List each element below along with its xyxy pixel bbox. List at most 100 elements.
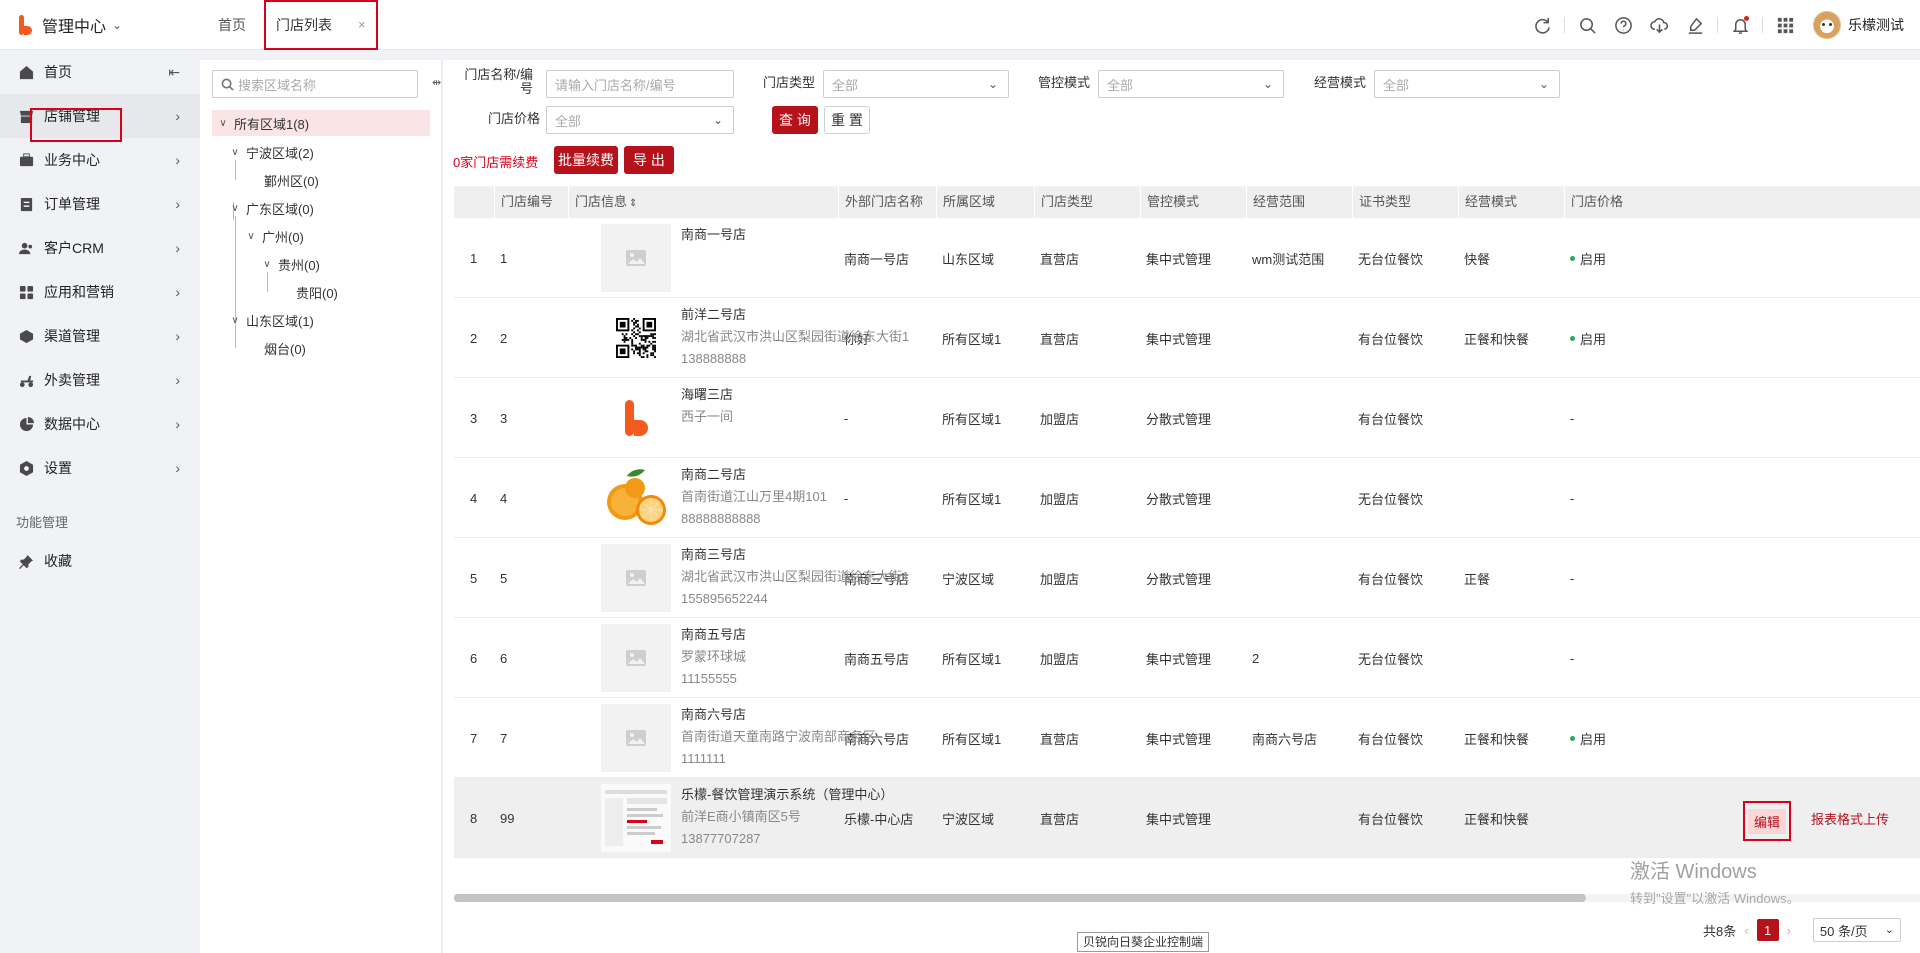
avatar[interactable] <box>1813 11 1841 39</box>
export-button[interactable]: 导 出 <box>624 146 674 174</box>
app-switcher[interactable]: 管理中心 ⌄ <box>0 0 200 50</box>
query-button[interactable]: 查 询 <box>772 106 818 134</box>
sidebar-item-store-management[interactable]: 店铺管理 › <box>0 94 200 138</box>
page-button-current[interactable]: 1 <box>1756 919 1779 941</box>
batch-renew-button[interactable]: 批量续费 <box>554 146 618 174</box>
qr-code-image[interactable] <box>601 304 671 372</box>
reset-button[interactable]: 重 置 <box>824 106 870 134</box>
table-row[interactable]: 8 99 乐檬-中心店 宁波区域 直营店 集中式管理 有台位餐饮 正餐和快餐 乐檬-餐饮管理演示… <box>454 778 1920 858</box>
bell-icon[interactable] <box>1730 15 1750 35</box>
table-row[interactable]: 2 2 你好 所有区域1 直营店 集中式管理 有台位餐饮 正餐和快餐 前洋二号店 湖北省武汉市洪山… <box>454 298 1920 378</box>
cloud-download-icon[interactable] <box>1649 15 1669 35</box>
cell-mode <box>1458 618 1564 698</box>
tree-node-all-regions[interactable]: ∨ 所有区域1(8) <box>212 110 430 136</box>
store-info: 前洋二号店 湖北省武汉市洪山区梨园街道徐东大街1 138888888 <box>681 304 931 370</box>
tab-home[interactable]: 首页 <box>200 0 264 50</box>
panel-resize-handle[interactable]: ⇹ <box>432 76 441 89</box>
table-row[interactable]: 1 1 南商一号店 山东区域 直营店 集中式管理 wm测试范围 无台位餐饮 快餐 南商一号店 启用 <box>454 218 1920 298</box>
column-header-info[interactable]: 门店信息 ⇕ <box>568 186 840 218</box>
tab-store-list[interactable]: 门店列表 × <box>264 0 378 50</box>
store-price-select[interactable]: 全部 ⌄ <box>546 106 734 134</box>
store-phone <box>681 428 931 450</box>
sidebar-item-orders[interactable]: 订单管理 › <box>0 182 200 226</box>
store-info: 南商六号店 首南街道天童南路宁波南部商务区 1111111 <box>681 704 931 770</box>
chevron-down-icon[interactable]: ∨ <box>216 118 230 129</box>
cell-index: 7 <box>470 730 478 746</box>
column-header-control: 管控模式 <box>1140 186 1246 218</box>
cell-cert: 无台位餐饮 <box>1358 491 1424 507</box>
screenshot-thumbnail-image[interactable] <box>601 784 671 852</box>
grid-apps-icon[interactable] <box>1775 15 1795 35</box>
chevron-right-icon: › <box>175 196 180 212</box>
refresh-icon[interactable] <box>1532 15 1552 35</box>
table-row[interactable]: 7 7 南商六号店 所有区域1 直营店 集中式管理 南商六号店 有台位餐饮 正餐和快餐 南商六号店… <box>454 698 1920 778</box>
report-format-upload-link[interactable]: 报表格式上传 <box>1811 778 1889 858</box>
cell-cert: 有台位餐饮 <box>1358 331 1424 347</box>
image-placeholder-icon[interactable] <box>601 704 671 772</box>
filter-label-control-mode: 管控模式 <box>1037 75 1090 90</box>
cell-type: 直营店 <box>1040 731 1080 747</box>
table-row[interactable]: 4 4 - 所有区域1 加盟店 分散式管理 无台位餐饮 南商二号店 首南街道江山万里4期101 8… <box>454 458 1920 538</box>
tree-node-guiyang[interactable]: 贵阳(0) <box>296 279 338 305</box>
tree-node-ningbo[interactable]: ∨ 宁波区域(2) <box>228 139 314 165</box>
remote-control-tag: 贝锐向日葵企业控制端 <box>1077 932 1210 952</box>
next-page-icon[interactable]: › <box>1787 923 1791 938</box>
sidebar-item-crm[interactable]: 客户CRM › <box>0 226 200 270</box>
tree-node-yinzhou[interactable]: 鄞州区(0) <box>264 167 319 193</box>
store-name: 南商一号店 <box>681 227 747 242</box>
cell-cert: 无台位餐饮 <box>1358 651 1424 667</box>
divider <box>1564 17 1565 33</box>
store-logo-image[interactable] <box>601 384 671 452</box>
column-header-price: 门店价格 <box>1564 186 1920 218</box>
store-type-select[interactable]: 全部 ⌄ <box>823 70 1009 98</box>
image-placeholder-icon[interactable] <box>601 544 671 612</box>
business-mode-select[interactable]: 全部 ⌄ <box>1374 70 1560 98</box>
tree-node-guizhou[interactable]: ∨ 贵州(0) <box>260 251 320 277</box>
divider <box>1762 17 1763 33</box>
user-name[interactable]: 乐檬测试 <box>1848 15 1904 35</box>
chevron-down-icon: ⌄ <box>1884 924 1894 936</box>
image-placeholder-icon[interactable] <box>601 624 671 692</box>
sidebar-item-channels[interactable]: 渠道管理 › <box>0 314 200 358</box>
sidebar-item-settings[interactable]: 设置 › <box>0 446 200 490</box>
chevron-down-icon[interactable]: ∨ <box>260 259 274 270</box>
sidebar-item-apps-marketing[interactable]: 应用和营销 › <box>0 270 200 314</box>
help-icon[interactable] <box>1613 15 1633 35</box>
table-row[interactable]: 5 5 南商三号店 宁波区域 加盟店 分散式管理 有台位餐饮 正餐 南商三号店 湖北省武汉市洪山区… <box>454 538 1920 618</box>
sidebar-item-data-center[interactable]: 数据中心 › <box>0 402 200 446</box>
page-size-select[interactable]: 50 条/页 ⌄ <box>1812 918 1901 942</box>
sidebar: 首页 ⇤ 店铺管理 › 业务中心 › 订单管理 › 客户CRM › 应用和营销 … <box>0 50 200 953</box>
tree-node-guangzhou[interactable]: ∨ 广州(0) <box>244 223 304 249</box>
status-dot <box>1570 735 1575 741</box>
chevron-down-icon[interactable]: ∨ <box>228 147 242 158</box>
main-content: 门店名称/编号 请输入门店名称/编号 门店类型 全部 ⌄ 管控模式 全部 ⌄ 经… <box>443 60 1920 953</box>
scrollbar-thumb[interactable] <box>454 894 1586 902</box>
region-search-input[interactable]: 搜索区域名称 <box>212 70 418 98</box>
edit-button[interactable]: 编辑 <box>1743 801 1791 841</box>
tree-node-shandong[interactable]: ∨ 山东区域(1) <box>228 307 314 333</box>
tree-node-yantai[interactable]: 烟台(0) <box>264 335 306 361</box>
control-mode-select[interactable]: 全部 ⌄ <box>1098 70 1284 98</box>
orange-photo-image[interactable] <box>601 464 671 532</box>
chevron-right-icon: › <box>175 240 180 256</box>
close-icon[interactable]: × <box>358 17 366 32</box>
image-placeholder-icon[interactable] <box>601 224 671 292</box>
table-row[interactable]: 6 6 南商五号店 所有区域1 加盟店 集中式管理 2 无台位餐饮 南商五号店 罗蒙环球城 1115… <box>454 618 1920 698</box>
sidebar-item-delivery[interactable]: 外卖管理 › <box>0 358 200 402</box>
sidebar-item-favorites[interactable]: 收藏 <box>0 539 200 583</box>
sidebar-item-business-center[interactable]: 业务中心 › <box>0 138 200 182</box>
sidebar-item-home[interactable]: 首页 ⇤ <box>0 50 200 94</box>
cell-control: 分散式管理 <box>1146 411 1212 427</box>
clear-cache-icon[interactable] <box>1685 15 1705 35</box>
table-row[interactable]: 3 3- 所有区域1 加盟店 分散式管理 有台位餐饮 海曙三店 西子一间 - <box>454 378 1920 458</box>
chevron-down-icon[interactable]: ∨ <box>244 231 258 242</box>
tree-node-guangdong[interactable]: ∨ 广东区域(0) <box>228 195 314 221</box>
collapse-sidebar-icon[interactable]: ⇤ <box>168 64 180 81</box>
chevron-down-icon[interactable]: ∨ <box>228 315 242 326</box>
search-icon[interactable] <box>1577 15 1597 35</box>
sort-icon[interactable]: ⇕ <box>629 198 637 209</box>
prev-page-icon[interactable]: ‹ <box>1744 923 1748 938</box>
store-name-input[interactable]: 请输入门店名称/编号 <box>546 70 734 98</box>
windows-activation-watermark: 激活 Windows 转到"设置"以激活 Windows。 <box>1630 861 1800 906</box>
chevron-down-icon[interactable]: ∨ <box>228 203 242 214</box>
